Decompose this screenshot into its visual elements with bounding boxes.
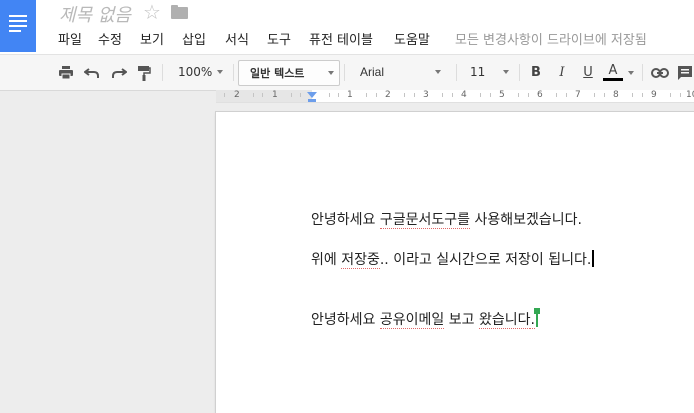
collaborator-cursor: [533, 308, 540, 327]
ruler-number: 4: [461, 90, 467, 100]
underline-button[interactable]: U: [579, 64, 597, 81]
folder-icon[interactable]: [171, 5, 188, 19]
link-icon[interactable]: [650, 64, 670, 81]
ruler-number: 8: [613, 90, 619, 100]
left-indent-marker-icon[interactable]: [308, 99, 316, 102]
document-title[interactable]: 제목 없음: [59, 1, 131, 27]
paragraph-1[interactable]: 안녕하세요 구글문서도구를 사용해보겠습니다.: [311, 209, 582, 229]
comment-icon[interactable]: [676, 64, 694, 81]
misspelled-word[interactable]: 구글문서도구를: [379, 212, 471, 229]
text-cursor: [592, 250, 595, 267]
text-color-button[interactable]: A: [602, 64, 624, 81]
bold-button[interactable]: B: [527, 64, 545, 81]
menu-insert[interactable]: 삽입: [182, 29, 206, 48]
ruler-number: 7: [575, 90, 581, 100]
ruler-number: 3: [423, 90, 429, 100]
toolbar: 100% 일반 텍스트 Arial 11 B I U A: [0, 54, 694, 91]
undo-icon[interactable]: [83, 64, 101, 81]
ruler-number: 6: [537, 90, 543, 100]
text-run: .: [530, 312, 535, 329]
menu-format[interactable]: 서식: [225, 29, 249, 48]
paint-format-icon[interactable]: [136, 64, 152, 81]
text-run: 보고: [444, 312, 479, 328]
text-run: .. 이라고 실시간으로 저장이 됩니다.: [379, 252, 592, 268]
ruler-number: 1: [272, 90, 278, 100]
font-family-select[interactable]: Arial: [350, 60, 446, 84]
text-color-caret-icon[interactable]: [628, 71, 634, 75]
zoom-value: 100%: [178, 65, 213, 79]
zoom-select[interactable]: 100%: [170, 60, 228, 84]
ruler-number: 9: [651, 90, 657, 100]
text-run: 사용해보겠습니다.: [470, 212, 582, 228]
ruler-number: 2: [385, 90, 391, 100]
text-run: 안녕하세요: [311, 212, 380, 228]
italic-button[interactable]: I: [553, 64, 571, 81]
star-icon[interactable]: ☆: [143, 0, 161, 24]
ruler-margin-left: [216, 90, 312, 102]
font-size-value: 11: [470, 65, 486, 79]
ruler-number: 2: [234, 90, 240, 100]
document-page[interactable]: 안녕하세요 구글문서도구를 사용해보겠습니다. 위에 저장중.. 이라고 실시간…: [216, 112, 694, 413]
paragraph-2[interactable]: 위에 저장중.. 이라고 실시간으로 저장이 됩니다.: [311, 249, 595, 269]
ruler-number: 10: [686, 90, 694, 100]
first-line-indent-marker-icon[interactable]: [307, 92, 317, 98]
font-family-value: Arial: [360, 65, 385, 79]
paragraph-style-select[interactable]: 일반 텍스트: [238, 60, 340, 86]
redo-icon[interactable]: [110, 64, 128, 81]
paragraph-style-value: 일반 텍스트: [250, 67, 305, 80]
menu-file[interactable]: 파일: [58, 29, 82, 48]
print-icon[interactable]: [57, 64, 75, 81]
ruler[interactable]: 2 1 1 2 3 4 5 6 7 8 9 10: [216, 90, 694, 103]
font-size-select[interactable]: 11: [462, 60, 514, 84]
menu-edit[interactable]: 수정: [98, 29, 122, 48]
menu-help[interactable]: 도움말: [394, 29, 430, 48]
menu-tools[interactable]: 도구: [267, 29, 291, 48]
ruler-number: 1: [347, 90, 353, 100]
misspelled-word[interactable]: 공유이메일: [379, 312, 445, 329]
text-color-swatch: [603, 78, 623, 81]
docs-logo-icon[interactable]: [0, 0, 36, 52]
menu-fusion-tables[interactable]: 퓨전 테이블: [309, 29, 373, 48]
misspelled-word[interactable]: 저장중: [341, 252, 380, 269]
text-run: 안녕하세요: [311, 312, 380, 328]
paragraph-3[interactable]: 안녕하세요 공유이메일 보고 왔습니다.: [311, 308, 540, 329]
ruler-number: 5: [499, 90, 505, 100]
text-color-label: A: [608, 63, 618, 78]
text-run: 위에: [311, 252, 342, 268]
misspelled-word[interactable]: 왔습니다: [478, 312, 531, 329]
menu-view[interactable]: 보기: [140, 29, 164, 48]
header: 제목 없음 ☆ 파일 수정 보기 삽입 서식 도구 퓨전 테이블 도움말 모든 …: [0, 0, 694, 54]
save-status[interactable]: 모든 변경사항이 드라이브에 저장됨: [455, 29, 647, 48]
